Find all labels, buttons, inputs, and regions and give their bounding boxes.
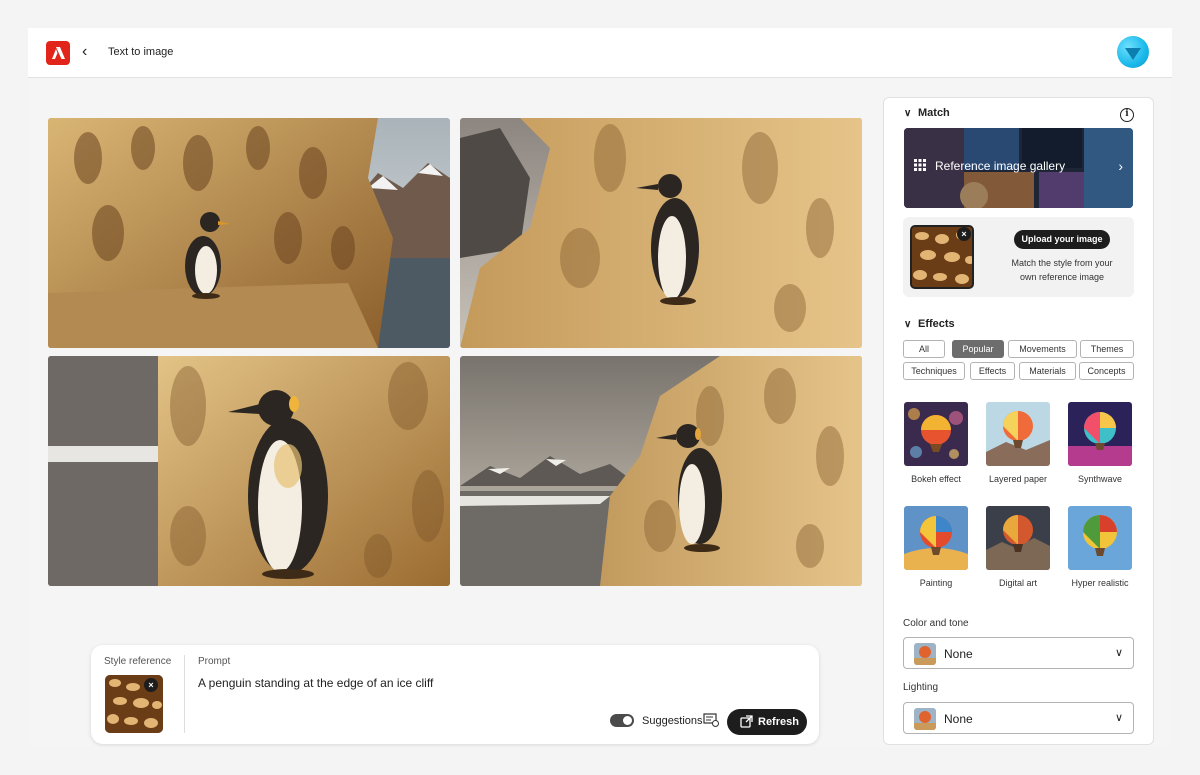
match-heading: Match xyxy=(918,107,950,119)
color-and-tone-label: Color and tone xyxy=(903,618,969,629)
page-title: Text to image xyxy=(108,46,174,58)
generated-image-4[interactable] xyxy=(460,356,862,586)
generated-image-1[interactable] xyxy=(48,118,450,348)
prompt-bar: Style reference × Prompt A penguin stand… xyxy=(91,645,819,744)
effect-layered-paper-thumbnail[interactable] xyxy=(986,402,1050,466)
filter-chip-popular[interactable]: Popular xyxy=(952,340,1004,358)
chevron-down-icon: ∨ xyxy=(1114,712,1123,724)
generated-image-2[interactable] xyxy=(460,118,862,348)
effect-digital-art-label: Digital art xyxy=(998,578,1037,588)
color-and-tone-value: None xyxy=(944,647,973,661)
upload-description: Match the style from your own reference … xyxy=(1011,258,1113,282)
color-tone-thumbnail xyxy=(914,643,936,665)
refresh-label: Refresh xyxy=(758,716,799,728)
settings-panel: ∨ Match i Reference image gallery › × Up… xyxy=(883,97,1154,745)
upload-image-button[interactable]: Upload your image xyxy=(1014,230,1110,249)
back-chevron-icon[interactable]: ‹ xyxy=(82,43,98,61)
refresh-button[interactable]: Refresh xyxy=(727,709,807,735)
lighting-value: None xyxy=(944,712,973,726)
effect-layered-paper-label: Layered paper xyxy=(988,474,1048,484)
grid-icon xyxy=(914,159,926,171)
suggestions-label: Suggestions xyxy=(642,715,703,727)
gallery-label: Reference image gallery xyxy=(935,159,1066,173)
upload-reference-area: × Upload your image Match the style from… xyxy=(903,217,1134,297)
filter-chip-themes[interactable]: Themes xyxy=(1080,340,1134,358)
filter-chip-all[interactable]: All xyxy=(903,340,945,358)
effect-painting-thumbnail[interactable] xyxy=(904,506,968,570)
divider xyxy=(184,655,185,733)
effect-bokeh-thumbnail[interactable] xyxy=(904,402,968,466)
effect-digital-art-thumbnail[interactable] xyxy=(986,506,1050,570)
chevron-down-icon: ∨ xyxy=(904,319,912,330)
effect-painting-label: Painting xyxy=(919,578,953,588)
generated-image-3[interactable] xyxy=(48,356,450,586)
avatar[interactable] xyxy=(1117,36,1149,68)
match-section-toggle[interactable]: ∨ Match xyxy=(904,107,950,119)
refresh-icon xyxy=(740,715,753,728)
top-bar: ‹ Text to image xyxy=(28,28,1172,78)
suggestions-toggle[interactable] xyxy=(610,714,634,727)
suggestions-settings-icon[interactable] xyxy=(703,713,719,727)
filter-chip-concepts[interactable]: Concepts xyxy=(1079,362,1134,380)
effect-synthwave-thumbnail[interactable] xyxy=(1068,402,1132,466)
chevron-down-icon: ∨ xyxy=(1114,647,1123,659)
style-reference-label: Style reference xyxy=(104,656,172,667)
remove-uploaded-image-icon[interactable]: × xyxy=(957,227,971,241)
lighting-thumbnail xyxy=(914,708,936,730)
prompt-label: Prompt xyxy=(198,656,231,667)
color-and-tone-select[interactable]: None ∨ xyxy=(903,637,1134,669)
lighting-select[interactable]: None ∨ xyxy=(903,702,1134,734)
effects-heading: Effects xyxy=(918,318,955,330)
chevron-right-icon: › xyxy=(1118,158,1123,174)
filter-chip-techniques[interactable]: Techniques xyxy=(903,362,965,380)
filter-chip-materials[interactable]: Materials xyxy=(1019,362,1076,380)
filter-chip-effects[interactable]: Effects xyxy=(970,362,1015,380)
effect-hyper-realistic-label: Hyper realistic xyxy=(1071,578,1129,588)
adobe-logo[interactable] xyxy=(46,41,70,65)
reference-image-gallery-button[interactable]: Reference image gallery › xyxy=(904,128,1133,208)
filter-chip-movements[interactable]: Movements xyxy=(1008,340,1077,358)
effects-section-toggle[interactable]: ∨ Effects xyxy=(904,318,955,330)
info-icon[interactable]: i xyxy=(1120,108,1134,122)
prompt-input[interactable]: A penguin standing at the edge of an ice… xyxy=(198,676,433,690)
chevron-down-icon: ∨ xyxy=(904,108,912,119)
lighting-label: Lighting xyxy=(903,682,939,693)
remove-style-reference-icon[interactable]: × xyxy=(144,678,158,692)
app-window: ‹ Text to image Style reference × Prompt… xyxy=(28,28,1172,747)
effect-hyper-realistic-thumbnail[interactable] xyxy=(1068,506,1132,570)
effect-bokeh-label: Bokeh effect xyxy=(911,474,961,484)
effect-synthwave-label: Synthwave xyxy=(1077,474,1123,484)
